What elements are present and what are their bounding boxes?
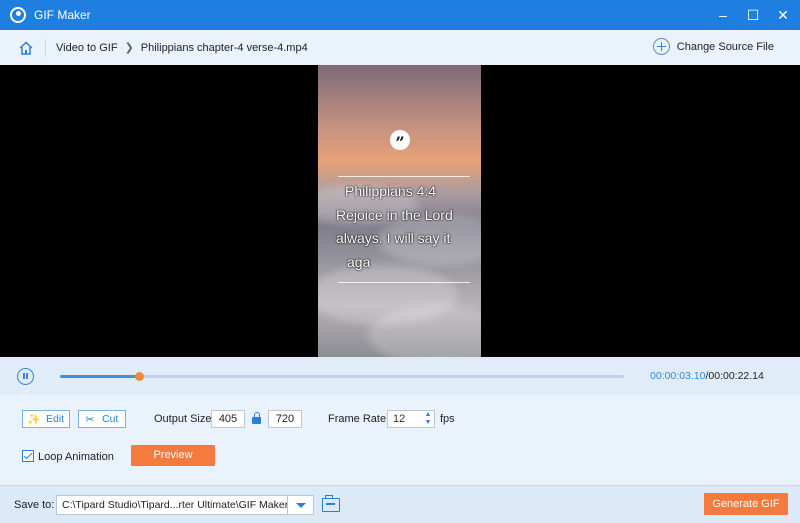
breadcrumb-file-name: Philippians chapter-4 verse-4.mp4 bbox=[140, 41, 308, 54]
minimize-button[interactable]: – bbox=[710, 0, 736, 30]
breadcrumb-video-to-gif[interactable]: Video to GIF bbox=[56, 42, 118, 54]
quote-icon: ” bbox=[390, 130, 410, 152]
change-source-file-button[interactable]: Change Source File bbox=[652, 38, 774, 55]
divider-top bbox=[338, 176, 470, 177]
frame-rate-value: 12 bbox=[393, 413, 406, 425]
edit-label: Edit bbox=[46, 413, 65, 425]
breadcrumb: Video to GIF ❯ Philippians chapter-4 ver… bbox=[0, 30, 800, 65]
save-path-dropdown-button[interactable] bbox=[288, 495, 314, 515]
playback-bar: 00:00:03.10/00:00:22.14 bbox=[0, 357, 800, 395]
plus-circle-icon bbox=[652, 38, 670, 55]
loop-animation-label[interactable]: Loop Animation bbox=[38, 451, 114, 463]
increment-icon[interactable]: ▲ bbox=[424, 411, 432, 419]
decrement-icon[interactable]: ▼ bbox=[424, 419, 432, 427]
verse-line: Philippians 4:4 bbox=[345, 183, 437, 199]
frame-rate-input[interactable]: 12 ▲ ▼ bbox=[387, 410, 435, 428]
lock-icon[interactable] bbox=[252, 412, 261, 425]
window-controls: – ☐ ✕ bbox=[710, 0, 800, 30]
generate-gif-button[interactable]: Generate GIF bbox=[704, 493, 788, 515]
save-to-label: Save to: bbox=[14, 499, 55, 511]
video-preview[interactable]: ” Philippians 4:4 Rejoice in the Lord al… bbox=[0, 65, 800, 357]
output-width-input[interactable]: 405 bbox=[211, 410, 245, 428]
timeline-slider[interactable] bbox=[60, 372, 624, 381]
app-logo-icon bbox=[10, 7, 26, 23]
cut-label: Cut bbox=[102, 413, 119, 425]
fps-label: fps bbox=[440, 413, 455, 425]
change-source-file-label: Change Source File bbox=[676, 40, 774, 53]
maximize-button[interactable]: ☐ bbox=[740, 0, 766, 30]
video-frame: ” Philippians 4:4 Rejoice in the Lord al… bbox=[318, 65, 481, 357]
verse-line: Rejoice in the Lord bbox=[336, 206, 453, 223]
close-button[interactable]: ✕ bbox=[770, 0, 796, 30]
verse-line: always. I will say it bbox=[336, 230, 451, 246]
output-size-label: Output Size: bbox=[154, 413, 215, 425]
loop-animation-checkbox[interactable] bbox=[22, 450, 34, 462]
title-bar: GIF Maker – ☐ ✕ bbox=[0, 0, 800, 30]
chevron-right-icon: ❯ bbox=[124, 42, 134, 54]
magic-wand-icon: ✨ bbox=[27, 413, 41, 426]
settings-panel: ✨ Edit ✂ Cut Output Size: 405 720 Frame … bbox=[0, 395, 800, 485]
time-display: 00:00:03.10/00:00:22.14 bbox=[650, 370, 764, 382]
timeline-progress bbox=[60, 375, 139, 378]
home-icon[interactable] bbox=[18, 40, 34, 56]
frame-rate-label: Frame Rate: bbox=[328, 413, 390, 425]
preview-button[interactable]: Preview bbox=[131, 445, 215, 466]
open-folder-icon[interactable] bbox=[322, 495, 340, 512]
breadcrumb-divider bbox=[45, 38, 46, 57]
pause-button[interactable] bbox=[17, 368, 34, 385]
divider-bottom bbox=[338, 282, 470, 283]
verse-text: Philippians 4:4 Rejoice in the Lord alwa… bbox=[336, 180, 476, 274]
cut-button[interactable]: ✂ Cut bbox=[78, 410, 126, 428]
window-title: GIF Maker bbox=[34, 8, 91, 22]
scissors-icon: ✂ bbox=[85, 413, 95, 426]
edit-button[interactable]: ✨ Edit bbox=[22, 410, 70, 428]
output-height-input[interactable]: 720 bbox=[268, 410, 302, 428]
timeline-handle[interactable] bbox=[134, 372, 144, 381]
footer-bar: Save to: C:\Tipard Studio\Tipard...rter … bbox=[0, 485, 800, 523]
save-path-field[interactable]: C:\Tipard Studio\Tipard...rter Ultimate\… bbox=[56, 495, 288, 515]
total-time: 00:00:22.14 bbox=[708, 370, 764, 382]
current-time: 00:00:03.10 bbox=[650, 370, 706, 382]
verse-line: aga bbox=[347, 253, 371, 270]
